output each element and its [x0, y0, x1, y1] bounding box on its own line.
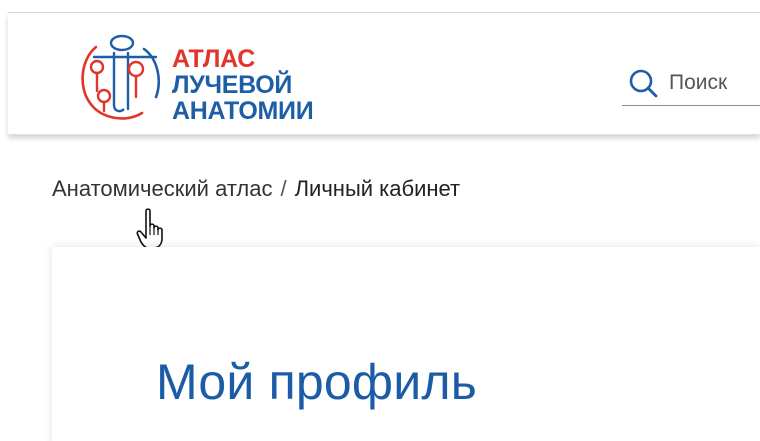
search-input[interactable] — [669, 68, 760, 98]
logo-line-1: АТЛАС — [172, 45, 255, 73]
search-icon[interactable] — [627, 67, 659, 99]
logo-line-3: АНАТОМИИ — [172, 97, 314, 125]
breadcrumb-link-atlas[interactable]: Анатомический атлас — [52, 176, 272, 201]
logo-line-2: ЛУЧЕВОЙ — [172, 71, 293, 99]
site-header: АТЛАС ЛУЧЕВОЙ АНАТОМИИ — [8, 13, 760, 135]
breadcrumb-current: Личный кабинет — [294, 176, 461, 201]
hand-pointer-cursor-icon — [136, 208, 163, 249]
breadcrumb: Анатомический атлас / Личный кабинет — [52, 176, 460, 202]
page: АТЛАС ЛУЧЕВОЙ АНАТОМИИ Анатомический атл… — [0, 0, 760, 441]
page-title: Мой профиль — [156, 354, 478, 410]
logo-wordmark: АТЛАС ЛУЧЕВОЙ АНАТОМИИ — [172, 45, 314, 125]
site-logo[interactable]: АТЛАС ЛУЧЕВОЙ АНАТОМИИ — [74, 29, 364, 125]
breadcrumb-separator: / — [280, 176, 287, 201]
logo-mark-icon — [81, 34, 160, 120]
profile-card: Мой профиль — [52, 247, 760, 441]
search-box[interactable] — [622, 63, 760, 106]
